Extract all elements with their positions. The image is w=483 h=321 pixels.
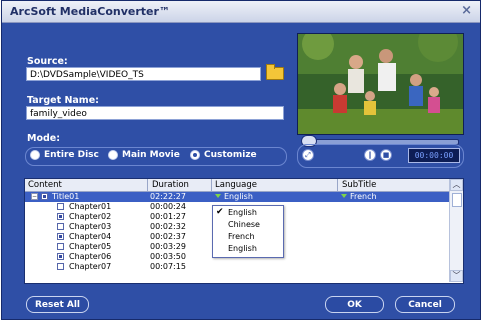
row-checkbox[interactable] (57, 223, 64, 230)
stop-icon[interactable]: ■ (380, 149, 392, 161)
scroll-up-icon[interactable]: ︿ (450, 179, 463, 191)
cell-duration: 00:03:29 (150, 242, 186, 251)
row-checkbox[interactable] (57, 263, 64, 270)
row-checkbox[interactable] (41, 193, 48, 200)
radio-label-entire-disc: Entire Disc (44, 150, 99, 160)
snapshot-icon[interactable]: ⤢ (302, 149, 314, 161)
menu-item-french[interactable]: French (213, 231, 283, 243)
radio-main-movie[interactable] (108, 150, 118, 160)
window-title: ArcSoft MediaConverter™ (10, 5, 170, 18)
cell-content: Chapter01 (69, 202, 112, 211)
time-display: 00:00:00 (408, 148, 460, 163)
cell-duration: 00:03:50 (150, 252, 186, 261)
header-language[interactable]: Language (215, 180, 257, 190)
menu-item-label: French (228, 232, 255, 241)
cell-content: Chapter07 (69, 262, 112, 271)
cell-duration: 00:02:37 (150, 232, 186, 241)
cell-duration: 00:01:27 (150, 212, 186, 221)
table-header: Content Duration Language SubTitle (25, 179, 463, 192)
column-divider[interactable] (337, 179, 338, 191)
header-subtitle[interactable]: SubTitle (342, 180, 376, 190)
dropdown-arrow-icon (215, 194, 221, 198)
cell-content: Chapter02 (69, 212, 112, 221)
vertical-scrollbar[interactable]: ︿ ﹀ (449, 179, 463, 282)
menu-item-label: English (228, 208, 257, 217)
header-content[interactable]: Content (28, 180, 62, 190)
cell-duration: 00:02:32 (150, 222, 186, 231)
video-preview (297, 33, 464, 135)
radio-customize[interactable] (190, 150, 200, 160)
menu-item-label: English (228, 244, 257, 253)
column-divider[interactable] (147, 179, 148, 191)
menu-item-chinese[interactable]: Chinese (213, 219, 283, 231)
dropdown-arrow-icon (341, 194, 347, 198)
scroll-down-icon[interactable]: ﹀ (450, 270, 463, 282)
scrollbar-thumb[interactable] (452, 193, 462, 207)
cell-duration: 00:07:15 (150, 262, 186, 271)
menu-item-english-2[interactable]: English (213, 243, 283, 255)
column-divider[interactable] (211, 179, 212, 191)
cell-duration: 00:00:24 (150, 202, 186, 211)
title-bar: ArcSoft MediaConverter™ × (2, 1, 480, 23)
menu-item-label: Chinese (228, 220, 260, 229)
language-select[interactable]: English (215, 192, 253, 201)
collapse-icon[interactable]: − (31, 193, 38, 200)
row-checkbox[interactable] (57, 253, 64, 260)
cell-content: Title01 (52, 192, 80, 201)
subtitle-select[interactable]: French (341, 192, 377, 201)
source-label: Source: (27, 56, 68, 67)
cell-language: English (224, 192, 253, 201)
close-icon[interactable]: × (461, 3, 472, 18)
source-field[interactable]: D:\DVDSample\VIDEO_TS (26, 67, 261, 81)
pause-icon[interactable]: ‖ (364, 149, 376, 161)
header-duration[interactable]: Duration (152, 180, 189, 190)
cell-content: Chapter06 (69, 252, 112, 261)
folder-icon[interactable] (266, 64, 284, 80)
radio-label-main-movie: Main Movie (122, 150, 180, 160)
checkmark-icon: ✔ (216, 207, 224, 217)
menu-item-english[interactable]: ✔ English (213, 207, 283, 219)
row-checkbox[interactable] (57, 203, 64, 210)
cell-content: Chapter04 (69, 232, 112, 241)
row-checkbox[interactable] (57, 243, 64, 250)
cell-duration: 02:22:27 (150, 192, 186, 201)
target-name-field[interactable]: family_video (26, 106, 284, 120)
cancel-button[interactable]: Cancel (395, 296, 455, 313)
language-dropdown-menu: ✔ English Chinese French English (212, 205, 284, 258)
preview-image (298, 34, 463, 134)
table-row[interactable]: Chapter07 00:07:15 (25, 262, 453, 272)
radio-label-customize: Customize (204, 150, 257, 160)
cell-content: Chapter03 (69, 222, 112, 231)
table-row-title01[interactable]: − Title01 02:22:27 English French (25, 192, 453, 202)
row-checkbox[interactable] (57, 233, 64, 240)
cell-subtitle: French (350, 192, 377, 201)
reset-all-button[interactable]: Reset All (26, 296, 89, 313)
target-name-label: Target Name: (27, 95, 99, 106)
mode-label: Mode: (27, 133, 61, 144)
cell-content: Chapter05 (69, 242, 112, 251)
row-checkbox[interactable] (57, 213, 64, 220)
ok-button[interactable]: OK (325, 296, 384, 313)
radio-entire-disc[interactable] (30, 150, 40, 160)
